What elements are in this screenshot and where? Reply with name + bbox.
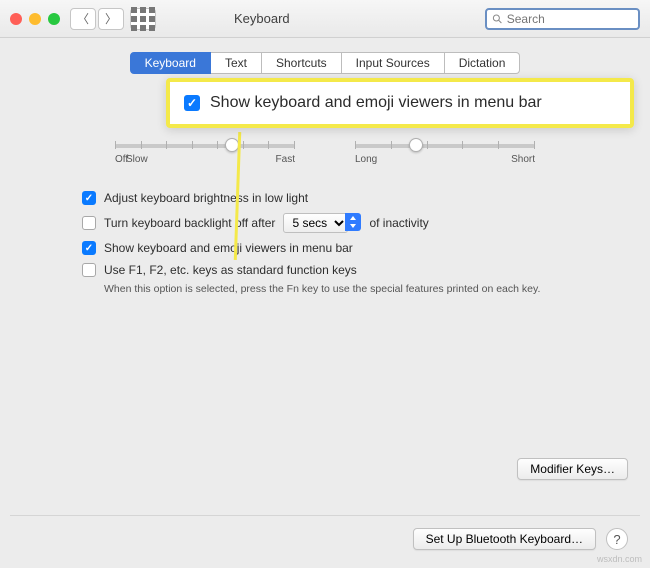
help-button[interactable]: ? — [606, 528, 628, 550]
grid-icon — [131, 7, 155, 31]
close-icon[interactable] — [10, 13, 22, 25]
tab-text[interactable]: Text — [211, 52, 262, 74]
back-button[interactable]: 〈 — [70, 8, 96, 30]
search-icon — [492, 13, 503, 25]
show-all-button[interactable] — [130, 8, 156, 30]
backlight-timeout-select[interactable]: 5 secs — [283, 213, 348, 233]
opt-emoji-viewer-label: Show keyboard and emoji viewers in menu … — [104, 241, 353, 255]
tab-input-sources[interactable]: Input Sources — [342, 52, 445, 74]
search-input[interactable] — [507, 12, 633, 26]
window-title: Keyboard — [234, 11, 290, 26]
key-repeat-slider[interactable]: Off Slow Fast — [115, 144, 295, 165]
callout-label: Show keyboard and emoji viewers in menu … — [210, 94, 542, 112]
tab-bar: Keyboard Text Shortcuts Input Sources Di… — [0, 38, 650, 80]
tab-keyboard[interactable]: Keyboard — [130, 52, 211, 74]
checkbox-brightness[interactable] — [82, 191, 96, 205]
opt-emoji-viewer[interactable]: Show keyboard and emoji viewers in menu … — [82, 241, 580, 255]
window-controls — [10, 13, 60, 25]
slider-label-short: Short — [511, 154, 535, 165]
modifier-keys-button[interactable]: Modifier Keys… — [517, 458, 628, 480]
opt-fn-keys-label: Use F1, F2, etc. keys as standard functi… — [104, 263, 357, 277]
select-arrows-icon — [345, 213, 361, 231]
slider-thumb[interactable] — [225, 138, 239, 152]
options-panel: Adjust keyboard brightness in low light … — [0, 173, 650, 295]
slider-thumb[interactable] — [409, 138, 423, 152]
fn-keys-help: When this option is selected, press the … — [104, 283, 580, 295]
slider-label-long: Long — [355, 154, 377, 165]
opt-backlight-post: of inactivity — [369, 216, 428, 230]
forward-button[interactable]: 〉 — [98, 8, 124, 30]
opt-brightness[interactable]: Adjust keyboard brightness in low light — [82, 191, 580, 205]
opt-brightness-label: Adjust keyboard brightness in low light — [104, 191, 308, 205]
minimize-icon[interactable] — [29, 13, 41, 25]
callout-checkbox[interactable] — [184, 95, 200, 111]
watermark: wsxdn.com — [597, 554, 642, 564]
titlebar: 〈 〉 Keyboard — [0, 0, 650, 38]
checkbox-backlight[interactable] — [82, 216, 96, 230]
checkbox-fn-keys[interactable] — [82, 263, 96, 277]
divider — [10, 515, 640, 516]
tab-shortcuts[interactable]: Shortcuts — [262, 52, 342, 74]
zoom-icon[interactable] — [48, 13, 60, 25]
opt-backlight[interactable]: Turn keyboard backlight off after 5 secs… — [82, 213, 580, 233]
footer: Set Up Bluetooth Keyboard… ? — [413, 528, 628, 550]
search-field[interactable] — [485, 8, 640, 30]
tab-dictation[interactable]: Dictation — [445, 52, 521, 74]
opt-fn-keys[interactable]: Use F1, F2, etc. keys as standard functi… — [82, 263, 580, 277]
slider-label-fast: Fast — [276, 154, 295, 165]
checkbox-emoji-viewer[interactable] — [82, 241, 96, 255]
delay-slider[interactable]: Long Short — [355, 144, 535, 165]
nav-buttons: 〈 〉 — [70, 8, 124, 30]
slider-label-slow: Slow — [126, 154, 148, 165]
bluetooth-keyboard-button[interactable]: Set Up Bluetooth Keyboard… — [413, 528, 596, 550]
opt-backlight-pre: Turn keyboard backlight off after — [104, 216, 275, 230]
highlight-callout: Show keyboard and emoji viewers in menu … — [166, 78, 634, 128]
